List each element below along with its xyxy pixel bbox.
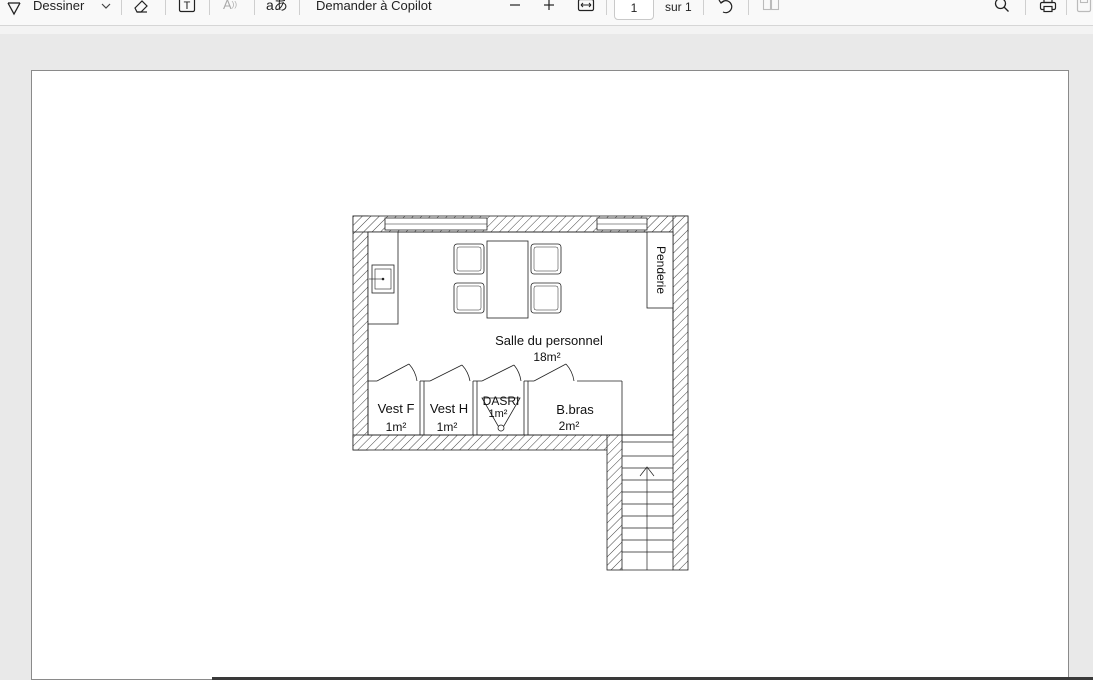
floor-plan: Penderie Salle du personnel 18m² Vest F … bbox=[352, 215, 689, 571]
pdf-page: Penderie Salle du personnel 18m² Vest F … bbox=[31, 70, 1069, 680]
wall-right bbox=[672, 215, 689, 571]
kitchen-counter bbox=[367, 231, 399, 325]
translate-icon[interactable]: aあ bbox=[266, 0, 288, 16]
room-area-bbras: 2m² bbox=[559, 419, 580, 433]
page-view-icon[interactable] bbox=[762, 0, 780, 15]
wall-stair-left bbox=[606, 434, 623, 571]
read-aloud-glyph: A bbox=[223, 0, 232, 12]
room-name-vest-h: Vest H bbox=[430, 401, 468, 416]
draw-button-label[interactable]: Dessiner bbox=[33, 0, 84, 17]
room-area-vest-f: 1m² bbox=[386, 420, 407, 434]
eraser-icon[interactable] bbox=[132, 0, 150, 16]
read-aloud-icon[interactable]: A)) bbox=[223, 0, 237, 16]
document-viewer[interactable]: Penderie Salle du personnel 18m² Vest F … bbox=[0, 34, 1093, 680]
rotate-icon[interactable] bbox=[717, 0, 735, 15]
chair bbox=[453, 282, 485, 314]
room-area-dasri: 1m² bbox=[489, 408, 508, 420]
room-area-vest-h: 1m² bbox=[437, 420, 458, 434]
staircase bbox=[622, 434, 673, 571]
save-icon[interactable] bbox=[1076, 0, 1092, 15]
wardrobe-label: Penderie bbox=[654, 246, 668, 294]
chair bbox=[530, 243, 562, 275]
chevron-down-icon[interactable] bbox=[101, 0, 111, 16]
page-number-input[interactable]: 1 bbox=[614, 0, 654, 20]
ask-copilot-button[interactable]: Demander à Copilot bbox=[316, 0, 432, 17]
draw-icon[interactable] bbox=[6, 0, 22, 18]
fit-width-icon[interactable] bbox=[577, 0, 595, 16]
zoom-in-icon[interactable] bbox=[542, 0, 556, 16]
zoom-out-icon[interactable] bbox=[508, 0, 522, 16]
chair bbox=[453, 243, 485, 275]
main-room-area: 18m² bbox=[533, 350, 560, 364]
room-name-vest-f: Vest F bbox=[378, 401, 415, 416]
wall-bottom bbox=[352, 434, 623, 451]
dining-table bbox=[453, 240, 562, 319]
print-icon[interactable] bbox=[1039, 0, 1057, 15]
toolbar-shadow-strip bbox=[0, 26, 1093, 34]
search-icon[interactable] bbox=[994, 0, 1010, 15]
room-name-dasri: DASRI bbox=[483, 394, 520, 408]
toolbar: Dessiner T A)) aあ Demander à Copilot 1 s… bbox=[0, 0, 1093, 26]
room-name-bbras: B.bras bbox=[556, 402, 594, 417]
wall-left bbox=[352, 215, 369, 451]
chair bbox=[530, 282, 562, 314]
text-box-icon[interactable]: T bbox=[178, 0, 196, 15]
main-room-name: Salle du personnel bbox=[495, 333, 603, 348]
text-box-glyph: T bbox=[184, 0, 191, 12]
page-total-label: sur 1 bbox=[665, 0, 692, 14]
